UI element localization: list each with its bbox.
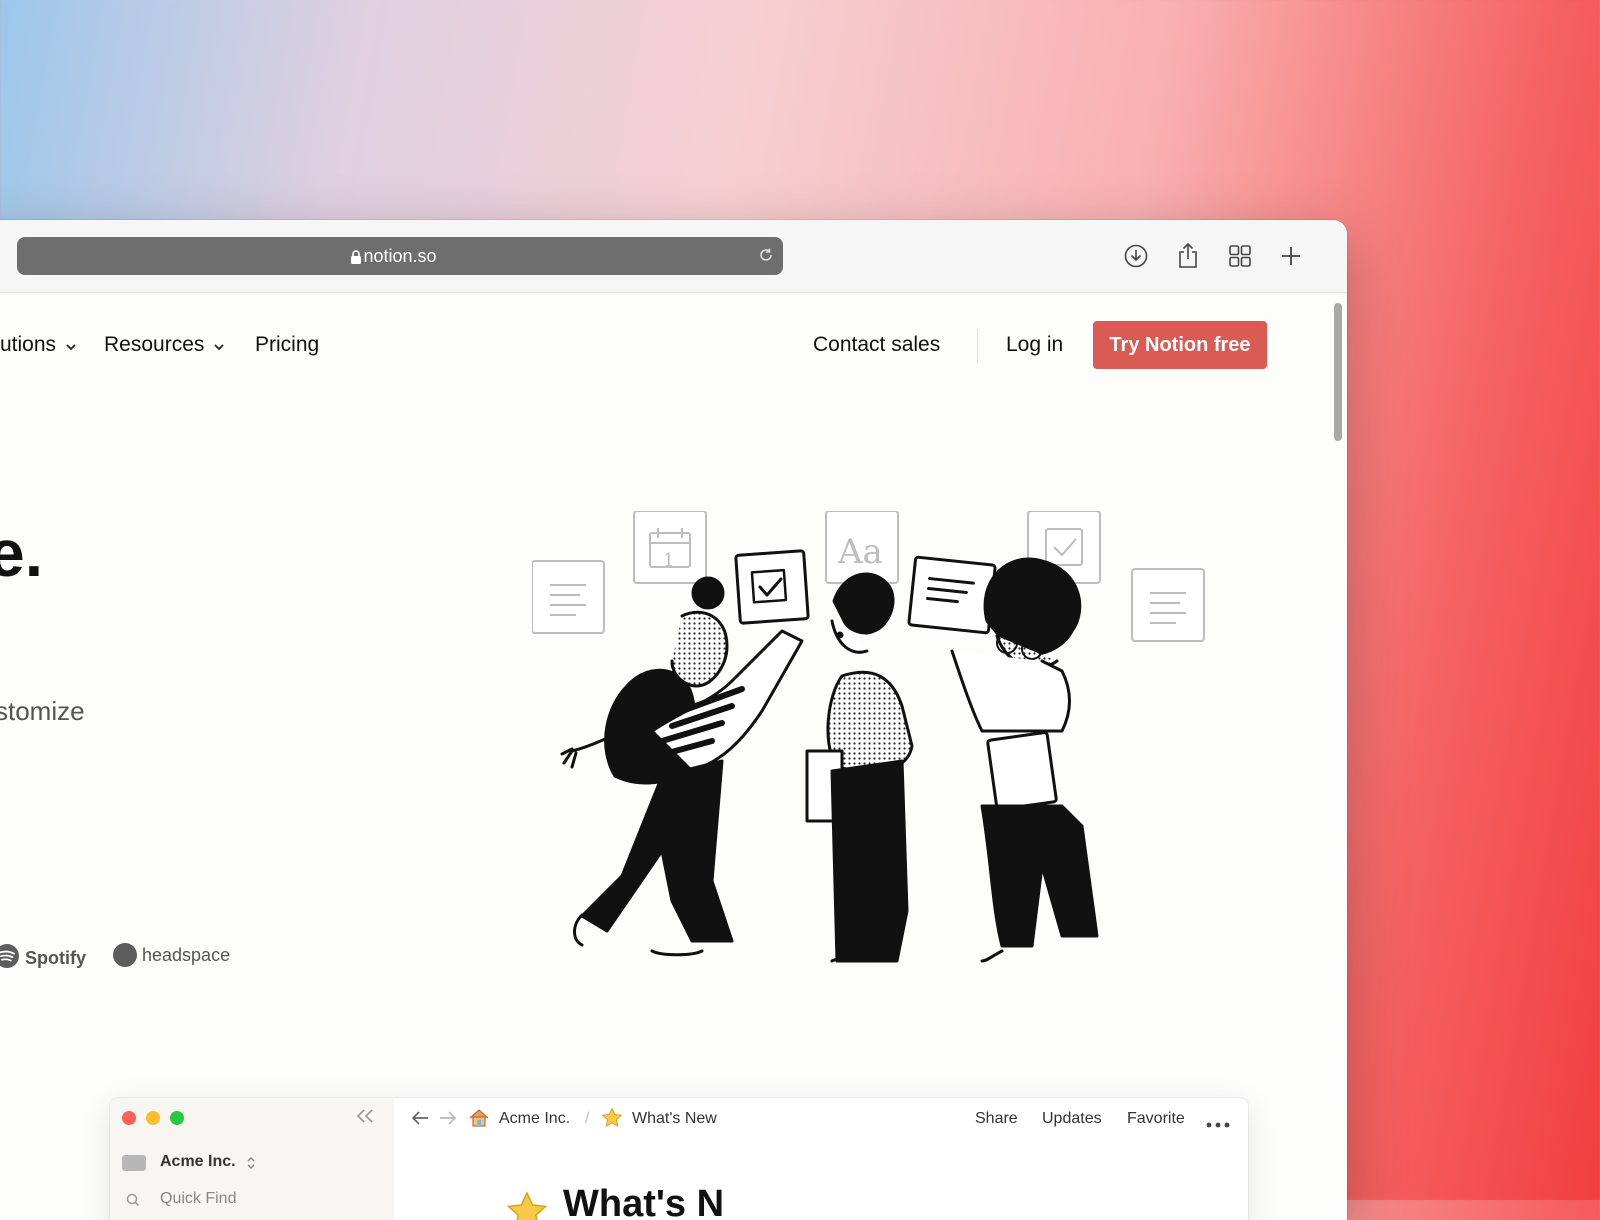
calendar-card-icon bbox=[633, 511, 707, 584]
try-notion-free-button[interactable]: Try Notion free bbox=[1093, 321, 1267, 369]
breadcrumb-home[interactable]: Acme Inc. bbox=[499, 1110, 570, 1128]
forward-arrow-icon[interactable] bbox=[438, 1109, 458, 1132]
breadcrumb-page[interactable]: What's New bbox=[632, 1110, 717, 1128]
quick-find[interactable]: Quick Find bbox=[160, 1190, 236, 1208]
page-emoji-icon bbox=[505, 1190, 549, 1220]
collapse-sidebar-icon[interactable] bbox=[356, 1108, 374, 1129]
chevron-down-icon bbox=[66, 333, 76, 357]
spotify-icon bbox=[0, 943, 20, 974]
browser-window: notion.so utions Resources Pricing Conta… bbox=[0, 220, 1347, 1220]
lock-icon bbox=[350, 250, 362, 270]
url-text: notion.so bbox=[363, 245, 437, 266]
share-icon[interactable] bbox=[1174, 242, 1202, 270]
logo-headspace: headspace bbox=[113, 943, 230, 967]
workspace-icon bbox=[122, 1155, 146, 1171]
close-dot[interactable] bbox=[122, 1111, 136, 1125]
nav-pricing[interactable]: Pricing bbox=[255, 333, 319, 357]
favorite-button[interactable]: Favorite bbox=[1127, 1110, 1185, 1128]
nav-contact-sales[interactable]: Contact sales bbox=[813, 333, 940, 357]
page-title: What's N bbox=[563, 1183, 725, 1220]
doc-card-icon-left bbox=[532, 560, 605, 634]
person-middle bbox=[805, 572, 914, 963]
logo-headspace-text: headspace bbox=[142, 944, 231, 965]
hero-title: e. bbox=[0, 516, 44, 590]
nav-solutions-label: utions bbox=[0, 333, 57, 356]
page-scrollbar[interactable] bbox=[1331, 293, 1347, 1220]
share-button[interactable]: Share bbox=[975, 1110, 1018, 1128]
updates-button[interactable]: Updates bbox=[1042, 1110, 1102, 1128]
breadcrumb-separator: / bbox=[585, 1110, 590, 1127]
minimize-dot[interactable] bbox=[146, 1111, 160, 1125]
back-arrow-icon[interactable] bbox=[410, 1109, 430, 1132]
more-options-icon[interactable] bbox=[1206, 1115, 1230, 1133]
workspace-switcher-icon[interactable] bbox=[246, 1155, 256, 1176]
nav-solutions[interactable]: utions bbox=[0, 333, 76, 357]
new-tab-icon[interactable] bbox=[1277, 242, 1305, 270]
svg-text:1: 1 bbox=[663, 550, 674, 571]
chevron-down-icon bbox=[214, 333, 225, 357]
app-sidebar: Acme Inc. Quick Find bbox=[110, 1098, 394, 1220]
nav-resources[interactable]: Resources bbox=[104, 333, 225, 357]
headspace-icon bbox=[113, 943, 137, 967]
logo-spotify: Spotify bbox=[0, 943, 86, 974]
person-right bbox=[907, 555, 1099, 963]
address-bar[interactable]: notion.so bbox=[17, 237, 783, 275]
house-icon bbox=[468, 1107, 490, 1134]
svg-text:Aa: Aa bbox=[837, 532, 883, 572]
logo-spotify-text: Spotify bbox=[25, 948, 86, 968]
hero-illustration: 1 Aa bbox=[532, 511, 1205, 963]
app-preview-window: Acme Inc. Quick Find Acme Inc. / What's … bbox=[110, 1098, 1248, 1220]
download-icon[interactable] bbox=[1122, 242, 1150, 270]
maximize-dot[interactable] bbox=[170, 1111, 184, 1125]
scrollbar-thumb[interactable] bbox=[1334, 303, 1342, 441]
webpage: utions Resources Pricing Contact sales L… bbox=[0, 293, 1347, 1220]
tabs-overview-icon[interactable] bbox=[1226, 242, 1254, 270]
search-icon bbox=[126, 1193, 140, 1212]
workspace-name[interactable]: Acme Inc. bbox=[160, 1153, 236, 1171]
reload-icon[interactable] bbox=[757, 246, 775, 269]
doc-card-icon-right bbox=[1131, 568, 1205, 642]
nav-resources-label: Resources bbox=[104, 333, 205, 356]
nav-login[interactable]: Log in bbox=[1006, 333, 1063, 357]
nav-divider bbox=[977, 329, 978, 363]
star-icon bbox=[601, 1107, 623, 1134]
browser-toolbar: notion.so bbox=[0, 220, 1347, 293]
hero-subtitle: stomize bbox=[0, 696, 85, 726]
